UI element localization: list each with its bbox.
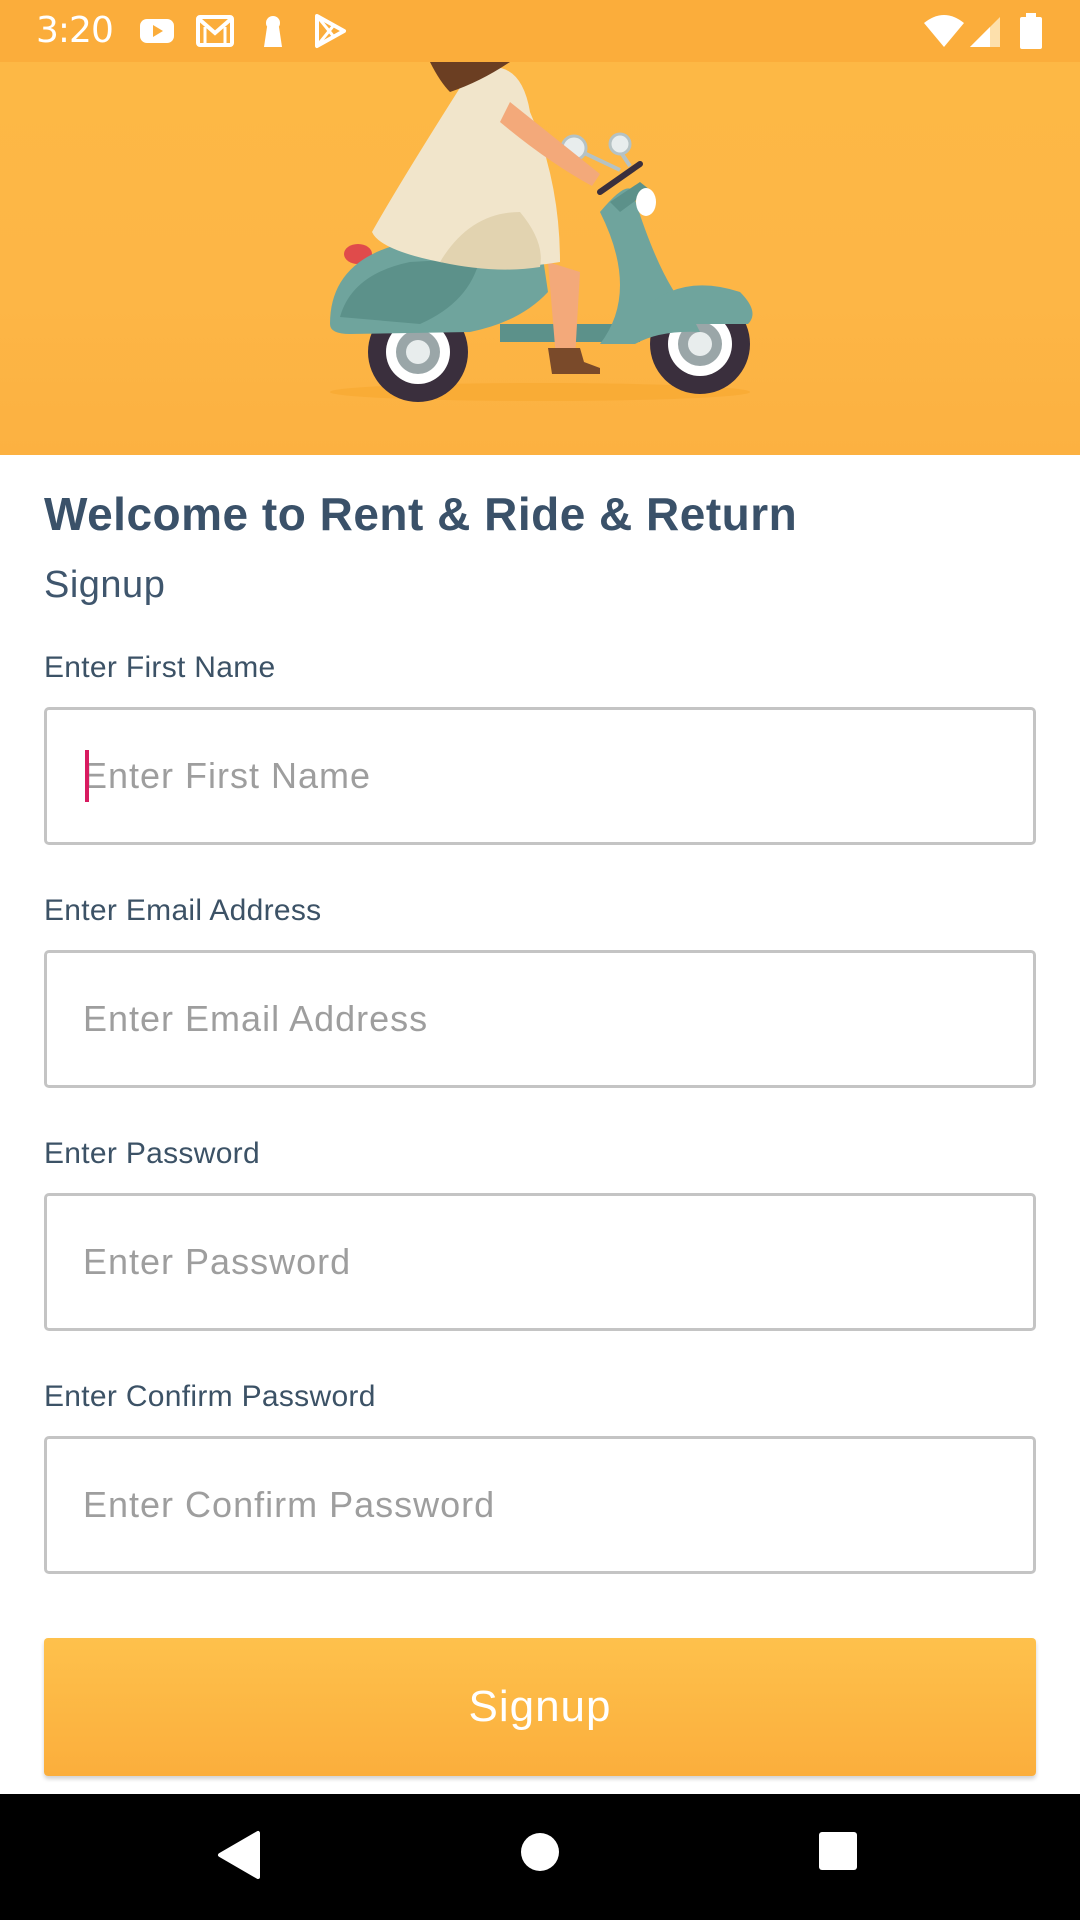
home-icon[interactable]: [518, 1830, 562, 1874]
battery-icon: [1020, 13, 1042, 49]
signup-button[interactable]: Signup: [44, 1638, 1036, 1776]
password-input[interactable]: [83, 1196, 1003, 1328]
wifi-icon: [924, 15, 964, 47]
keyhole-icon: [264, 16, 282, 47]
text-caret: [85, 750, 89, 802]
welcome-title: Welcome to Rent & Ride & Return: [44, 488, 798, 540]
signup-subtitle: Signup: [44, 564, 166, 606]
scooter-illustration: [330, 62, 753, 402]
confirm-password-input[interactable]: [83, 1439, 1003, 1571]
play-store-icon: [315, 14, 346, 48]
status-time: 3:20: [36, 10, 114, 51]
confirm-password-label: Enter Confirm Password: [44, 1380, 376, 1413]
first-name-field[interactable]: [44, 707, 1036, 845]
password-field[interactable]: [44, 1193, 1036, 1331]
navigation-bar: [0, 1794, 1080, 1920]
youtube-icon: [140, 19, 174, 43]
email-field[interactable]: [44, 950, 1036, 1088]
confirm-password-field[interactable]: [44, 1436, 1036, 1574]
gmail-icon: [196, 15, 234, 47]
status-bar: 3:20: [0, 0, 1080, 62]
email-label: Enter Email Address: [44, 894, 322, 927]
first-name-label: Enter First Name: [44, 651, 276, 684]
password-label: Enter Password: [44, 1137, 260, 1170]
email-input[interactable]: [83, 953, 1003, 1085]
signup-screen: 3:20 Welcome to Rent & Ride & Return Sig…: [0, 0, 1080, 1920]
cell-signal-icon: [970, 17, 1000, 47]
recents-icon[interactable]: [818, 1830, 858, 1872]
hero-banner: [0, 62, 1080, 455]
first-name-input[interactable]: [83, 710, 1003, 842]
back-icon[interactable]: [216, 1830, 262, 1880]
